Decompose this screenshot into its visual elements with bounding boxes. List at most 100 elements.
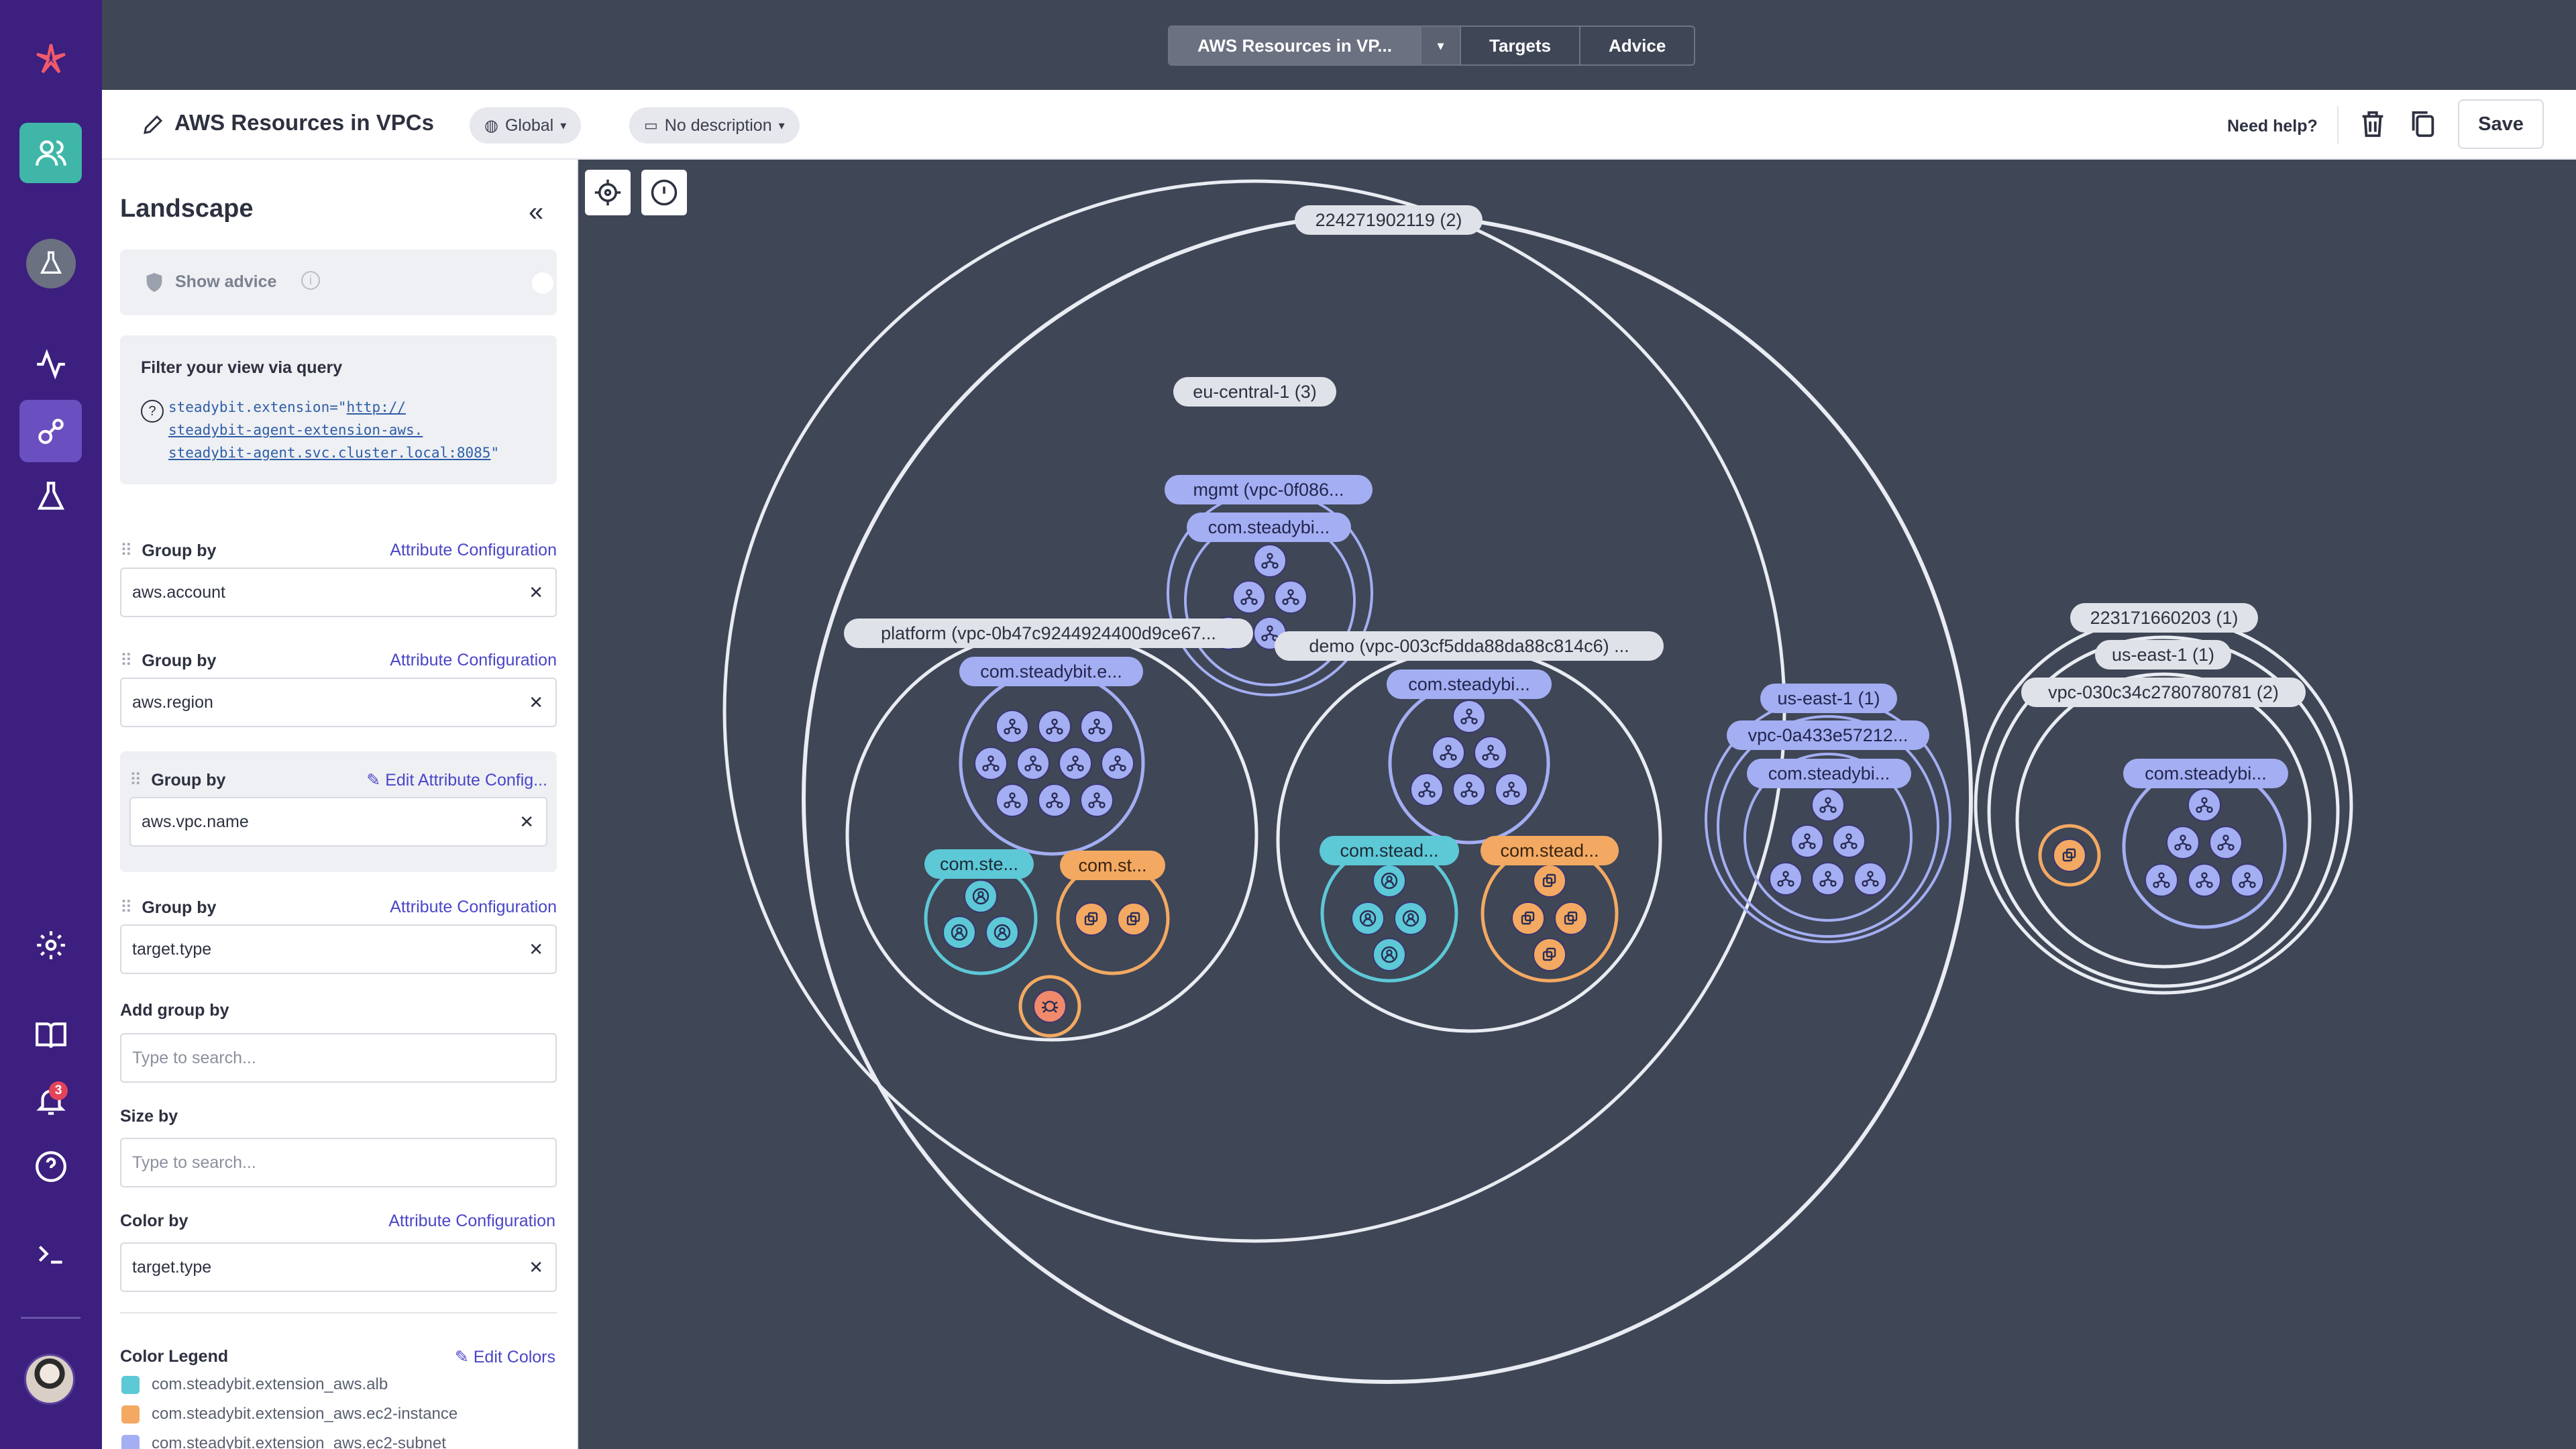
clear-icon[interactable]: ✕ bbox=[529, 582, 543, 603]
nav-reports[interactable] bbox=[19, 333, 82, 395]
subnet-node[interactable] bbox=[1080, 784, 1114, 817]
region-label[interactable]: eu-central-1 (3) bbox=[1173, 377, 1336, 407]
trash-icon[interactable] bbox=[2357, 109, 2388, 140]
ec2-node[interactable] bbox=[1533, 938, 1566, 971]
clear-icon[interactable]: ✕ bbox=[529, 1257, 543, 1278]
group-by-field[interactable]: aws.account ✕ bbox=[120, 568, 557, 617]
subnet-label[interactable]: com.steadybi... bbox=[2123, 759, 2288, 788]
subnet-node[interactable] bbox=[2188, 788, 2221, 822]
subnet-node[interactable] bbox=[1495, 773, 1528, 806]
ec2-node[interactable] bbox=[2053, 839, 2086, 872]
attribute-configuration-link[interactable]: Attribute Configuration bbox=[390, 541, 557, 560]
alb-label[interactable]: com.ste... bbox=[924, 849, 1034, 879]
attribute-configuration-link[interactable]: Attribute Configuration bbox=[390, 651, 557, 670]
group-by-field[interactable]: target.type ✕ bbox=[120, 924, 557, 974]
attribute-configuration-link[interactable]: Attribute Configuration bbox=[390, 898, 557, 917]
add-group-by-input[interactable]: Type to search... bbox=[120, 1033, 557, 1083]
query-text[interactable]: steadybit.extension="http:// steadybit-a… bbox=[168, 396, 544, 464]
tab-current-view[interactable]: AWS Resources in VP... bbox=[1169, 27, 1421, 64]
other-node[interactable] bbox=[1033, 989, 1067, 1023]
alb-node[interactable] bbox=[985, 916, 1019, 949]
pencil-icon[interactable] bbox=[141, 113, 165, 137]
subnet-node[interactable] bbox=[1452, 773, 1486, 806]
vpc-label[interactable]: vpc-0a433e57212... bbox=[1727, 720, 1929, 750]
clear-icon[interactable]: ✕ bbox=[529, 939, 543, 960]
tab-dropdown[interactable]: ▾ bbox=[1421, 27, 1462, 64]
subnet-node[interactable] bbox=[1811, 788, 1845, 822]
nav-targets[interactable] bbox=[19, 123, 82, 183]
subnet-node[interactable] bbox=[996, 710, 1029, 743]
alb-node[interactable] bbox=[943, 916, 976, 949]
alb-label[interactable]: com.stead... bbox=[1320, 836, 1459, 865]
tab-advice[interactable]: Advice bbox=[1580, 27, 1694, 64]
subnet-node[interactable] bbox=[2166, 826, 2200, 859]
account-circle[interactable] bbox=[802, 213, 1973, 1384]
save-button[interactable]: Save bbox=[2458, 99, 2544, 149]
subnet-node[interactable] bbox=[974, 747, 1008, 780]
drag-handle-icon[interactable]: ⠿ bbox=[120, 898, 132, 917]
region-circle[interactable] bbox=[722, 179, 1786, 1243]
view-title[interactable]: AWS Resources in VPCs bbox=[174, 110, 434, 136]
alb-node[interactable] bbox=[1373, 938, 1406, 971]
subnet-node[interactable] bbox=[1790, 824, 1824, 858]
subnet-node[interactable] bbox=[1080, 710, 1114, 743]
subnet-label[interactable]: com.steadybi... bbox=[1387, 669, 1552, 699]
alb-node[interactable] bbox=[1394, 902, 1428, 935]
subnet-node[interactable] bbox=[2209, 826, 2243, 859]
vpc-label[interactable]: mgmt (vpc-0f086... bbox=[1165, 475, 1373, 504]
duplicate-icon[interactable] bbox=[2407, 109, 2438, 140]
alb-node[interactable] bbox=[1373, 864, 1406, 898]
nav-experiments[interactable] bbox=[19, 466, 82, 528]
nav-experiments-alt[interactable] bbox=[19, 232, 82, 294]
edit-colors-link[interactable]: ✎ Edit Colors bbox=[455, 1347, 555, 1367]
ec2-node[interactable] bbox=[1117, 902, 1150, 936]
subnet-node[interactable] bbox=[1274, 580, 1307, 614]
account-label[interactable]: 224271902119 (2) bbox=[1295, 205, 1483, 235]
color-by-field[interactable]: target.type ✕ bbox=[120, 1242, 557, 1292]
drag-handle-icon[interactable]: ⠿ bbox=[120, 541, 132, 560]
avatar[interactable] bbox=[24, 1354, 75, 1405]
subnet-node[interactable] bbox=[996, 784, 1029, 817]
clear-icon[interactable]: ✕ bbox=[519, 812, 534, 833]
drag-handle-icon[interactable]: ⠿ bbox=[129, 771, 142, 790]
ec2-label[interactable]: com.st... bbox=[1060, 851, 1165, 880]
color-attribute-configuration-link[interactable]: Attribute Configuration bbox=[388, 1212, 555, 1231]
subnet-node[interactable] bbox=[1059, 747, 1092, 780]
subnet-node[interactable] bbox=[2188, 863, 2221, 897]
group-by-field[interactable]: aws.region ✕ bbox=[120, 678, 557, 727]
vpc-label[interactable]: vpc-030c34c2780780781 (2) bbox=[2021, 678, 2306, 707]
landscape-canvas[interactable]: 224271902119 (2) eu-central-1 (3) mgmt (vp… bbox=[578, 160, 2576, 1449]
ec2-node[interactable] bbox=[1075, 902, 1108, 936]
nav-notifications[interactable] bbox=[19, 1069, 82, 1132]
group-by-field[interactable]: aws.vpc.name ✕ bbox=[129, 797, 547, 847]
subnet-node[interactable] bbox=[1832, 824, 1866, 858]
description-select[interactable]: ▭ No description ▾ bbox=[629, 107, 800, 144]
edit-attribute-config-link[interactable]: ✎ Edit Attribute Config... bbox=[366, 770, 547, 790]
subnet-node[interactable] bbox=[1432, 736, 1465, 769]
drag-handle-icon[interactable]: ⠿ bbox=[120, 651, 132, 670]
subnet-node[interactable] bbox=[1811, 862, 1845, 896]
subnet-label[interactable]: com.steadybi... bbox=[1187, 513, 1351, 542]
nav-terminal[interactable] bbox=[19, 1222, 82, 1285]
nav-help[interactable] bbox=[19, 1135, 82, 1197]
show-advice-toggle[interactable] bbox=[498, 268, 553, 298]
account-label[interactable]: 223171660203 (1) bbox=[2070, 603, 2258, 633]
ec2-node[interactable] bbox=[1554, 902, 1588, 935]
need-help-link[interactable]: Need help? bbox=[2227, 117, 2318, 136]
subnet-label[interactable]: com.steadybit.e... bbox=[959, 657, 1143, 686]
nav-explorer[interactable] bbox=[19, 400, 82, 462]
tab-targets[interactable]: Targets bbox=[1461, 27, 1581, 64]
subnet-node[interactable] bbox=[1253, 544, 1287, 578]
subnet-node[interactable] bbox=[1101, 747, 1134, 780]
clear-icon[interactable]: ✕ bbox=[529, 692, 543, 713]
question-icon[interactable]: ? bbox=[141, 400, 164, 423]
subnet-node[interactable] bbox=[1769, 862, 1803, 896]
subnet-node[interactable] bbox=[1038, 784, 1071, 817]
nav-settings[interactable] bbox=[19, 914, 82, 976]
ec2-label[interactable]: com.stead... bbox=[1481, 836, 1619, 865]
subnet-node[interactable] bbox=[1452, 700, 1486, 733]
subnet-node[interactable] bbox=[1038, 710, 1071, 743]
subnet-node[interactable] bbox=[1410, 773, 1444, 806]
collapse-panel-icon[interactable]: « bbox=[529, 197, 543, 227]
ec2-node[interactable] bbox=[1533, 864, 1566, 898]
